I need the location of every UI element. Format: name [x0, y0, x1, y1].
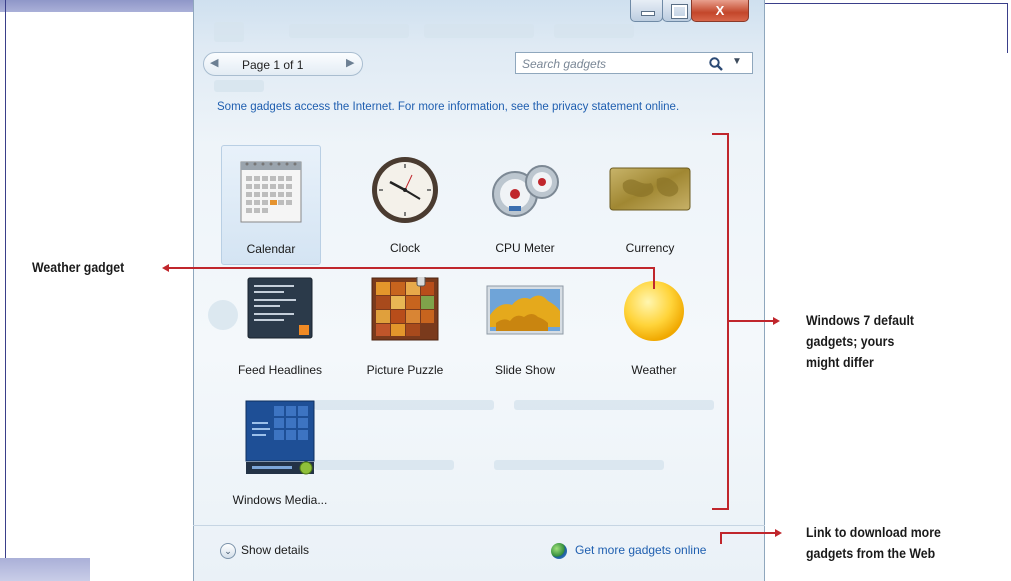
close-button[interactable]: X [691, 0, 749, 22]
gadget-currency[interactable]: Currency [600, 145, 700, 265]
callout-line-2: gadgets; yours [806, 333, 895, 349]
blurred-background [314, 460, 454, 470]
blurred-background [514, 400, 714, 410]
privacy-notice-link[interactable]: Some gadgets access the Internet. For mo… [217, 99, 697, 116]
gadget-picture-puzzle[interactable]: Picture Puzzle [355, 275, 455, 395]
gadget-windows-media[interactable]: Windows Media... [230, 398, 330, 518]
page-indicator: Page 1 of 1 [242, 58, 304, 72]
callout-weather-gadget: Weather gadget [32, 259, 125, 275]
callout-weather-line [168, 267, 655, 269]
show-details-button[interactable]: Show details [241, 543, 309, 557]
callout-weather-leader [653, 267, 655, 289]
gadget-label: Feed Headlines [237, 363, 323, 377]
chevron-down-icon[interactable]: ⌄ [220, 543, 236, 559]
next-page-button[interactable]: ▶ [346, 56, 354, 69]
callout-line-1: Link to download more [806, 524, 941, 540]
blurred-background [214, 80, 264, 92]
gadget-label: Clock [389, 241, 420, 255]
slide-show-icon [486, 285, 564, 335]
callout-arrowhead [162, 264, 169, 272]
blurred-background [494, 460, 664, 470]
gadget-calendar[interactable]: Calendar [221, 145, 321, 265]
search-input[interactable]: Search gadgets [522, 57, 606, 71]
blurred-background [424, 24, 534, 38]
blurred-background [214, 22, 244, 42]
minimize-button[interactable] [630, 0, 663, 22]
gadget-feed-headlines[interactable]: Feed Headlines [230, 275, 330, 395]
window-controls: X [630, 0, 755, 27]
currency-icon [609, 167, 691, 211]
calendar-icon [240, 161, 302, 223]
gadget-label: Picture Puzzle [366, 363, 444, 377]
clock-icon [372, 157, 438, 223]
page-bottom-tab [0, 558, 90, 581]
callout-line-1: Windows 7 default [806, 312, 915, 328]
callout-arrowhead [775, 529, 782, 537]
gadget-clock[interactable]: Clock [355, 145, 455, 265]
gadget-label: Weather [631, 363, 677, 377]
search-box[interactable]: Search gadgets ▼ [515, 52, 753, 74]
callout-default-gadgets: Windows 7 default gadgets; yours might d… [806, 310, 914, 373]
callout-line-2: gadgets from the Web [806, 545, 936, 561]
get-more-gadgets-link[interactable]: Get more gadgets online [575, 543, 706, 557]
search-icon[interactable] [708, 56, 724, 72]
page-navigator: ◀ Page 1 of 1 ▶ [203, 52, 363, 76]
page-left-rule [5, 0, 6, 558]
feed-headlines-icon [247, 277, 313, 339]
callout-download-more: Link to download more gadgets from the W… [806, 522, 941, 564]
maximize-icon [671, 4, 688, 19]
picture-puzzle-icon [371, 277, 439, 341]
callout-defaults-line [729, 320, 774, 322]
search-options-dropdown[interactable]: ▼ [732, 56, 742, 67]
previous-page-button[interactable]: ◀ [210, 56, 218, 69]
close-icon: X [715, 3, 725, 18]
globe-icon [551, 543, 567, 559]
minimize-icon [641, 11, 655, 16]
gadget-label: CPU Meter [495, 241, 555, 255]
callout-line-3: might differ [806, 354, 874, 370]
callout-download-line [720, 532, 776, 534]
blurred-background [314, 400, 494, 410]
cpu-meter-icon [492, 165, 559, 217]
callout-arrowhead [773, 317, 780, 325]
blurred-background [554, 24, 634, 38]
bracket-bottom [712, 508, 729, 510]
windows-media-icon [245, 400, 315, 475]
gadget-label: Calendar [246, 242, 296, 256]
gadget-cpu-meter[interactable]: CPU Meter [475, 145, 575, 265]
gadget-label: Windows Media... [232, 493, 328, 507]
gadget-weather[interactable]: Weather [604, 275, 704, 395]
blurred-background [289, 24, 409, 38]
page-right-rule [1007, 3, 1008, 53]
gadget-label: Slide Show [494, 363, 556, 377]
gadget-slide-show[interactable]: Slide Show [475, 275, 575, 395]
gadget-label: Currency [625, 241, 675, 255]
maximize-button[interactable] [662, 0, 692, 22]
